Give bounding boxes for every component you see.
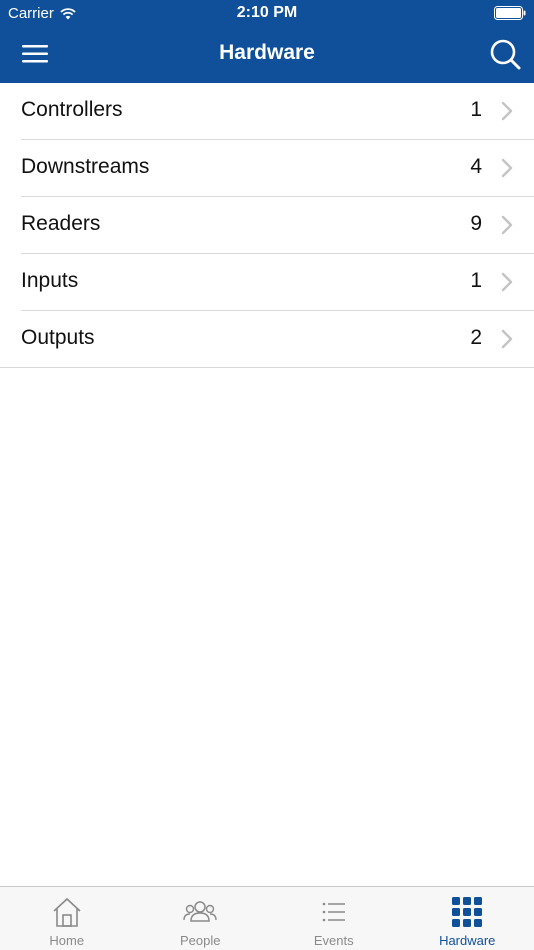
list-item-count: 1: [470, 269, 482, 292]
hardware-list: Controllers 1 Downstreams 4 Readers 9 In…: [0, 83, 534, 368]
tab-label: Events: [313, 933, 354, 948]
home-icon: [53, 898, 81, 927]
list-item-readers[interactable]: Readers 9: [0, 197, 534, 254]
list-item-label: Outputs: [21, 326, 95, 349]
chevron-right-icon: [501, 158, 513, 178]
list-item-label: Controllers: [21, 98, 123, 121]
list-item-downstreams[interactable]: Downstreams 4: [0, 140, 534, 197]
list-item-label: Inputs: [21, 269, 79, 292]
tab-hardware[interactable]: Hardware: [401, 887, 534, 950]
list-item-count: 1: [470, 98, 482, 121]
tab-label: People: [180, 933, 221, 948]
tab-bar: Home People Events Hardware: [0, 886, 534, 950]
status-bar: Carrier 2:10 PM: [0, 0, 534, 28]
people-icon: [183, 901, 217, 922]
status-time: 2:10 PM: [236, 4, 298, 21]
chevron-right-icon: [501, 101, 513, 121]
page-title: Hardware: [219, 41, 315, 64]
list-item-count: 4: [470, 155, 482, 178]
list-item-outputs[interactable]: Outputs 2: [0, 311, 534, 368]
tab-home[interactable]: Home: [0, 887, 134, 950]
tab-events[interactable]: Events: [267, 887, 401, 950]
list-item-count: 2: [470, 326, 482, 349]
navigation-bar: Hardware: [0, 28, 534, 83]
search-icon: [490, 39, 521, 70]
tab-label: Home: [49, 933, 85, 948]
list-item-label: Downstreams: [21, 155, 150, 178]
list-item-inputs[interactable]: Inputs 1: [0, 254, 534, 311]
tab-people[interactable]: People: [134, 887, 268, 950]
hardware-grid-icon: [452, 897, 483, 927]
chevron-right-icon: [501, 329, 513, 349]
events-list-icon: [322, 902, 345, 922]
chevron-right-icon: [501, 215, 513, 235]
header: Carrier 2:10 PM Hardware: [0, 0, 534, 83]
list-item-count: 9: [470, 212, 482, 235]
list-item-label: Readers: [21, 212, 101, 235]
battery-icon: [494, 6, 526, 20]
chevron-right-icon: [501, 272, 513, 292]
search-button[interactable]: [486, 36, 526, 74]
list-item-controllers[interactable]: Controllers 1: [0, 83, 534, 140]
tab-label: Hardware: [439, 933, 496, 948]
